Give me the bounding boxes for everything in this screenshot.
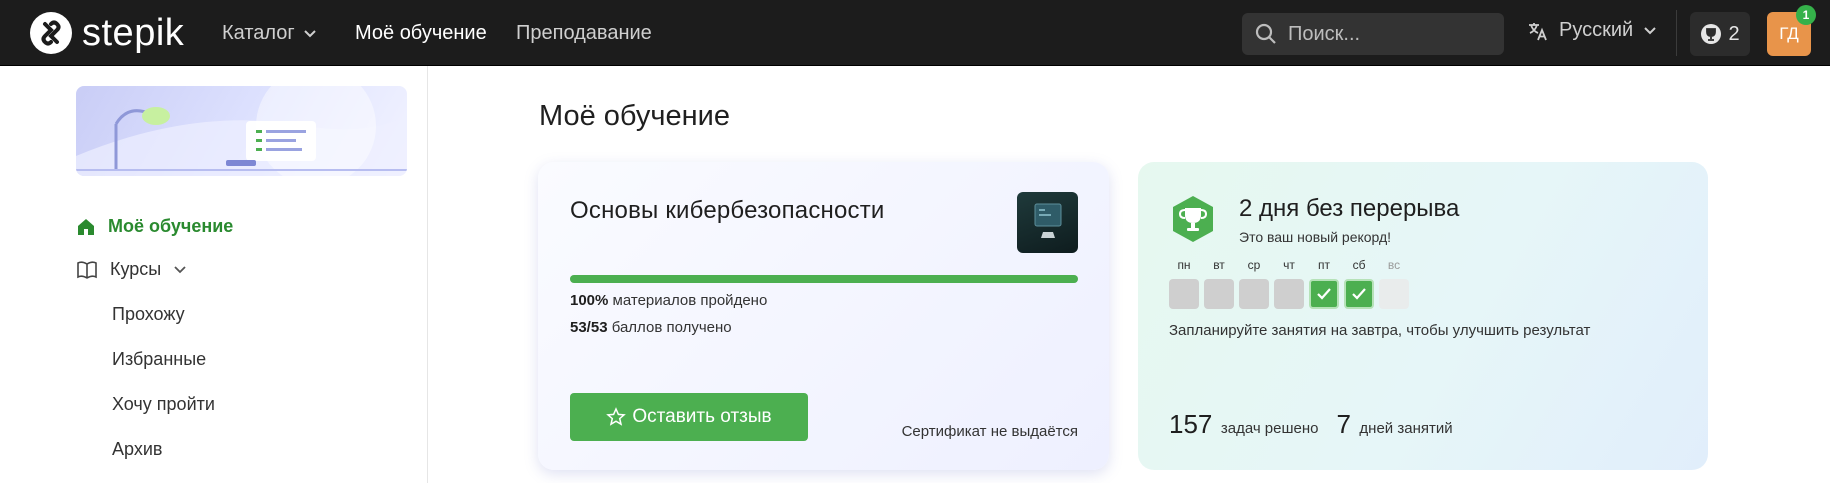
nav-catalog-label: Каталог [222, 22, 295, 44]
certificate-note: Сертификат не выдаётся [901, 423, 1078, 440]
chevron-down-icon [304, 29, 316, 37]
stepik-logo-icon [30, 12, 72, 54]
day-box-future [1379, 279, 1409, 309]
day-label: пн [1177, 258, 1191, 272]
solved-total: 157 задач решено [1169, 409, 1319, 440]
star-icon [606, 407, 627, 426]
language-selector[interactable]: Русский [1527, 19, 1657, 42]
sidebar-item-label: Курсы [110, 259, 162, 279]
progress-stat: 100% материалов пройдено [570, 292, 767, 309]
trophy-icon [1701, 24, 1722, 44]
trophy-icon [1168, 194, 1218, 244]
day-box-done [1344, 279, 1374, 309]
day-box-missed [1204, 279, 1234, 309]
check-icon [1317, 288, 1331, 300]
course-title[interactable]: Основы кибербезопасности [570, 197, 885, 225]
sidebar: Моё обучение Курсы Прохожу Избранные Хоч… [0, 66, 428, 483]
day-column: чт [1274, 258, 1304, 309]
sidebar-item-courses[interactable]: Курсы [76, 259, 187, 280]
points-label: баллов получено [611, 319, 732, 336]
sidebar-item-my-learning[interactable]: Моё обучение [76, 216, 233, 237]
day-box-missed [1169, 279, 1199, 309]
notification-badge: 1 [1796, 5, 1816, 25]
points-value: 53/53 [570, 319, 608, 336]
day-label: сб [1352, 258, 1366, 272]
course-card[interactable]: Основы кибербезопасности 100% материалов… [538, 162, 1109, 470]
top-navigation-bar: stepik Каталог Моё обучение Преподавание… [0, 0, 1830, 66]
day-label: чт [1283, 258, 1295, 272]
logo-text: stepik [82, 12, 185, 54]
course-thumbnail[interactable] [1017, 192, 1078, 253]
streak-totals: 157 задач решено 7 дней занятий [1169, 409, 1453, 440]
solved-label: задач решено [1220, 420, 1319, 437]
search-icon [1255, 23, 1276, 44]
book-icon [77, 260, 97, 279]
day-label: ср [1247, 258, 1261, 272]
nav-teaching[interactable]: Преподавание [516, 22, 652, 45]
progress-value: 100% [570, 292, 609, 309]
trophy-count: 2 [1728, 22, 1740, 45]
points-stat: 53/53 баллов получено [570, 319, 732, 336]
day-column: вт [1204, 258, 1234, 309]
nav-catalog[interactable]: Каталог [222, 22, 317, 45]
home-icon [78, 218, 94, 235]
week-calendar: пн вт ср чт пт сб вс [1169, 258, 1409, 309]
sidebar-item-passing[interactable]: Прохожу [112, 304, 185, 325]
day-column: сб [1344, 258, 1374, 309]
days-count: 7 [1336, 409, 1351, 439]
chevron-down-icon [174, 265, 186, 273]
search-box[interactable] [1242, 13, 1504, 55]
progress-label: материалов пройдено [612, 292, 768, 309]
check-icon [1352, 288, 1366, 300]
day-label: вс [1387, 258, 1401, 272]
day-column: ср [1239, 258, 1269, 309]
day-column: вс [1379, 258, 1409, 309]
sidebar-banner [76, 86, 407, 176]
day-box-missed [1274, 279, 1304, 309]
solved-count: 157 [1169, 409, 1213, 439]
header-divider [1676, 10, 1677, 56]
page-title: Моё обучение [539, 100, 730, 132]
day-column: пт [1309, 258, 1339, 309]
language-label: Русский [1559, 19, 1634, 41]
plan-hint: Запланируйте занятия на завтра, чтобы ул… [1169, 322, 1591, 339]
sidebar-item-archive[interactable]: Архив [112, 439, 162, 460]
day-column: пн [1169, 258, 1199, 309]
chevron-down-icon [1644, 26, 1656, 34]
sidebar-item-want[interactable]: Хочу пройти [112, 394, 215, 415]
streak-card: 2 дня без перерыва Это ваш новый рекорд!… [1138, 162, 1708, 470]
streak-title: 2 дня без перерыва [1239, 195, 1460, 222]
leave-review-button[interactable]: Оставить отзыв [570, 393, 808, 441]
achievements-button[interactable]: 2 [1690, 12, 1750, 56]
stepik-logo[interactable]: stepik [30, 12, 184, 54]
day-label: вт [1213, 258, 1225, 272]
streak-subtitle: Это ваш новый рекорд! [1239, 229, 1392, 245]
course-progress-fill [570, 275, 1078, 283]
days-label: дней занятий [1359, 420, 1453, 437]
day-box-missed [1239, 279, 1269, 309]
search-input[interactable] [1288, 22, 1488, 46]
leave-review-label: Оставить отзыв [632, 406, 772, 427]
days-total: 7 дней занятий [1337, 409, 1453, 440]
sidebar-item-label: Моё обучение [108, 216, 234, 236]
course-progress-bar [570, 275, 1078, 283]
translate-icon [1529, 22, 1547, 40]
nav-my-learning[interactable]: Моё обучение [355, 22, 487, 45]
sidebar-item-favorites[interactable]: Избранные [112, 349, 206, 370]
day-box-done [1309, 279, 1339, 309]
day-label: пт [1318, 258, 1330, 272]
